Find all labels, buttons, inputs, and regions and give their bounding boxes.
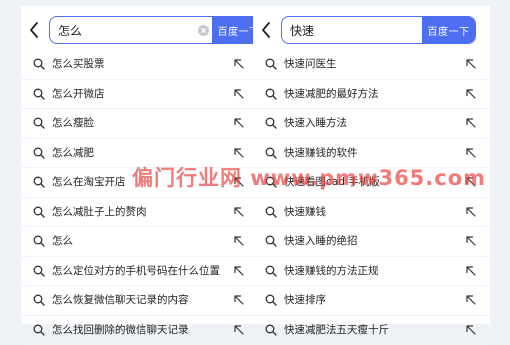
suggestion-label: 快速减肥的最好方法 — [284, 80, 379, 108]
suggestion-label: 怎么恢复微信聊天记录的内容 — [52, 286, 189, 314]
arrow-up-left-icon[interactable] — [233, 88, 244, 99]
suggestion-label: 怎么减肚子上的赘肉 — [52, 198, 147, 226]
left-suggestion-list: 怎么买股票怎么开微店怎么瘦脸怎么减肥怎么在淘宝开店怎么减肚子上的赘肉怎么怎么定位… — [21, 50, 258, 345]
arrow-up-left-icon[interactable] — [233, 294, 244, 305]
suggestion-item[interactable]: 快速减肥的最好方法 — [253, 80, 490, 110]
suggestion-label: 怎么买股票 — [52, 50, 105, 78]
arrow-up-left-icon[interactable] — [233, 235, 244, 246]
search-icon — [265, 117, 277, 129]
arrow-up-left-icon[interactable] — [465, 235, 476, 246]
chevron-left-icon — [261, 22, 271, 38]
suggestion-label: 快速赚钱的方法正规 — [284, 257, 379, 285]
suggestion-item[interactable]: 怎么定位对方的手机号码在什么位置 — [21, 257, 258, 287]
suggestion-item[interactable]: 快速赚钱的软件 — [253, 139, 490, 169]
suggestion-item[interactable]: 快速看图cad 手机版 — [253, 168, 490, 198]
suggestion-label: 快速减肥法五天瘦十斤 — [284, 316, 389, 344]
search-icon — [265, 265, 277, 277]
arrow-up-left-icon[interactable] — [465, 117, 476, 128]
suggestion-label: 快速入睡方法 — [284, 109, 347, 137]
suggestion-item[interactable]: 快速减肥法五天瘦十斤 — [253, 316, 490, 345]
left-search-input[interactable] — [50, 17, 194, 43]
arrow-up-left-icon[interactable] — [233, 265, 244, 276]
arrow-up-left-icon[interactable] — [233, 324, 244, 335]
back-button[interactable] — [259, 18, 273, 42]
arrow-up-left-icon[interactable] — [465, 206, 476, 217]
chevron-left-icon — [29, 22, 39, 38]
search-icon — [33, 176, 45, 188]
suggestion-label: 怎么找回删除的微信聊天记录 — [52, 316, 189, 344]
suggestion-item[interactable]: 怎么 — [21, 227, 258, 257]
search-icon — [265, 147, 277, 159]
suggestion-label: 快速排序 — [284, 286, 326, 314]
search-icon — [265, 235, 277, 247]
suggestion-item[interactable]: 快速排序 — [253, 286, 490, 316]
search-icon — [265, 58, 277, 70]
suggestion-label: 怎么减肥 — [52, 139, 94, 167]
arrow-up-left-icon[interactable] — [465, 147, 476, 158]
arrow-up-left-icon[interactable] — [233, 176, 244, 187]
suggestion-item[interactable]: 怎么找回删除的微信聊天记录 — [21, 316, 258, 345]
suggestion-item[interactable]: 快速入睡的绝招 — [253, 227, 490, 257]
arrow-up-left-icon[interactable] — [465, 265, 476, 276]
search-icon — [265, 206, 277, 218]
search-icon — [33, 206, 45, 218]
suggestion-item[interactable]: 快速问医生 — [253, 50, 490, 80]
suggestion-item[interactable]: 怎么减肚子上的赘肉 — [21, 198, 258, 228]
suggestion-label: 怎么 — [52, 227, 73, 255]
search-icon — [33, 294, 45, 306]
suggestion-label: 快速入睡的绝招 — [284, 227, 358, 255]
left-search-panel: 百度一下 怎么买股票怎么开微店怎么瘦脸怎么减肥怎么在淘宝开店怎么减肚子上的赘肉怎… — [21, 6, 258, 324]
left-search-bar: 百度一下 — [21, 16, 258, 44]
clear-input-button[interactable] — [194, 17, 212, 43]
right-search-box: 百度一下 — [281, 16, 476, 44]
back-button[interactable] — [27, 18, 41, 42]
search-icon — [265, 88, 277, 100]
arrow-up-left-icon[interactable] — [233, 206, 244, 217]
search-icon — [33, 235, 45, 247]
search-icon — [265, 294, 277, 306]
search-icon — [33, 58, 45, 70]
search-icon — [33, 324, 45, 336]
suggestion-label: 怎么定位对方的手机号码在什么位置 — [52, 257, 220, 285]
suggestion-item[interactable]: 快速赚钱的方法正规 — [253, 257, 490, 287]
search-button[interactable]: 百度一下 — [422, 17, 475, 43]
clear-circle-icon — [198, 25, 209, 36]
left-search-box: 百度一下 — [49, 16, 266, 44]
search-icon — [33, 88, 45, 100]
right-suggestion-list: 快速问医生快速减肥的最好方法快速入睡方法快速赚钱的软件快速看图cad 手机版快速… — [253, 50, 490, 345]
suggestion-item[interactable]: 怎么瘦脸 — [21, 109, 258, 139]
suggestion-item[interactable]: 怎么开微店 — [21, 80, 258, 110]
suggestion-item[interactable]: 怎么减肥 — [21, 139, 258, 169]
arrow-up-left-icon[interactable] — [465, 176, 476, 187]
arrow-up-left-icon[interactable] — [465, 324, 476, 335]
arrow-up-left-icon[interactable] — [233, 117, 244, 128]
suggestion-label: 怎么瘦脸 — [52, 109, 94, 137]
right-search-panel: 百度一下 快速问医生快速减肥的最好方法快速入睡方法快速赚钱的软件快速看图cad … — [253, 6, 490, 324]
search-icon — [265, 324, 277, 336]
search-icon — [33, 265, 45, 277]
search-icon — [265, 176, 277, 188]
suggestion-item[interactable]: 怎么买股票 — [21, 50, 258, 80]
arrow-up-left-icon[interactable] — [233, 58, 244, 69]
suggestion-label: 快速问医生 — [284, 50, 337, 78]
suggestion-item[interactable]: 快速入睡方法 — [253, 109, 490, 139]
arrow-up-left-icon[interactable] — [465, 294, 476, 305]
suggestion-item[interactable]: 快速赚钱 — [253, 198, 490, 228]
search-icon — [33, 117, 45, 129]
suggestion-label: 快速赚钱 — [284, 198, 326, 226]
right-search-bar: 百度一下 — [253, 16, 490, 44]
suggestion-item[interactable]: 怎么在淘宝开店 — [21, 168, 258, 198]
arrow-up-left-icon[interactable] — [465, 58, 476, 69]
right-search-input[interactable] — [282, 17, 422, 43]
arrow-up-left-icon[interactable] — [233, 147, 244, 158]
suggestion-label: 快速赚钱的软件 — [284, 139, 358, 167]
suggestion-label: 怎么开微店 — [52, 80, 105, 108]
search-icon — [33, 147, 45, 159]
suggestion-label: 怎么在淘宝开店 — [52, 168, 126, 196]
suggestion-item[interactable]: 怎么恢复微信聊天记录的内容 — [21, 286, 258, 316]
suggestion-label: 快速看图cad 手机版 — [284, 168, 380, 196]
arrow-up-left-icon[interactable] — [465, 88, 476, 99]
